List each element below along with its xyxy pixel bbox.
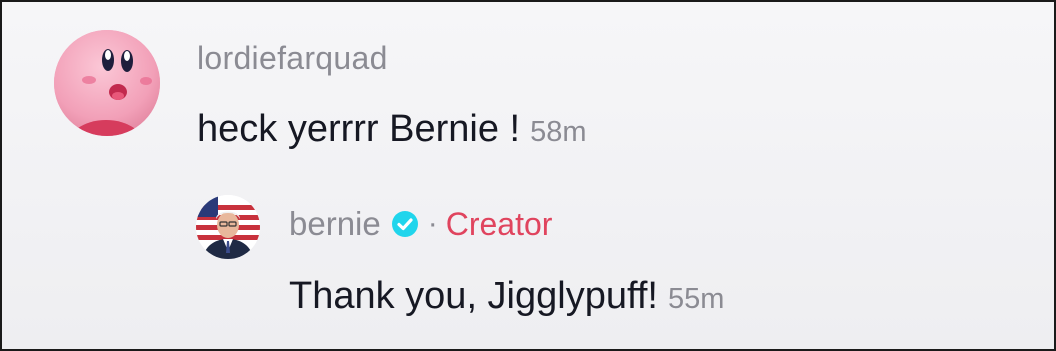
reply-username[interactable]: bernie <box>289 205 381 243</box>
reply-header: bernie · Creator <box>289 204 552 244</box>
reply-avatar[interactable] <box>196 195 260 259</box>
comment-thread: lordiefarquad heck yerrrr Bernie ! 58m be… <box>0 0 1056 351</box>
comment-body: heck yerrrr Bernie ! 58m <box>197 110 587 148</box>
comment-timestamp: 58m <box>530 116 587 148</box>
reply-body: Thank you, Jigglypuff! 55m <box>289 277 724 315</box>
reply-timestamp: 55m <box>667 283 725 315</box>
comment-text: heck yerrrr Bernie ! <box>197 108 521 150</box>
creator-badge: Creator <box>445 205 553 242</box>
verified-check-icon <box>391 210 419 238</box>
comment-item: lordiefarquad heck yerrrr Bernie ! 58m <box>2 2 1054 202</box>
separator-dot: · <box>427 207 438 240</box>
user-avatar[interactable] <box>54 30 160 136</box>
comment-username[interactable]: lordiefarquad <box>197 40 388 77</box>
kirby-avatar-icon <box>54 30 160 136</box>
bernie-avatar-icon <box>196 195 260 259</box>
reply-text: Thank you, Jigglypuff! <box>289 275 658 317</box>
